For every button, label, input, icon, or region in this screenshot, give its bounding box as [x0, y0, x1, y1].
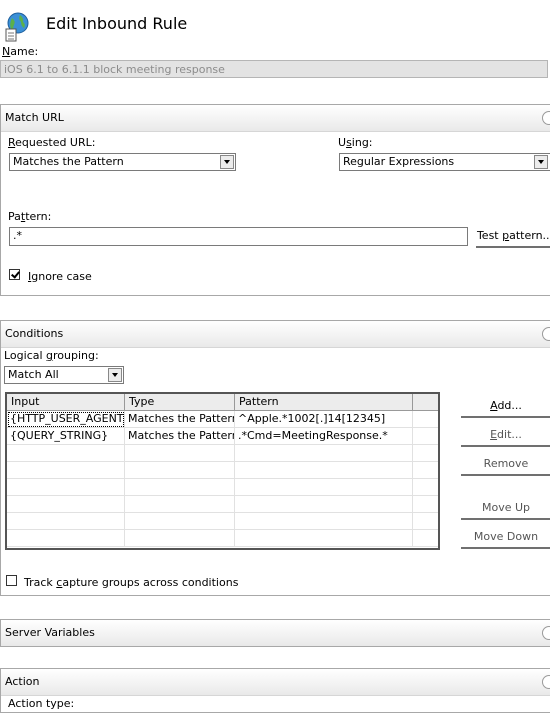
- match-url-section: Match URL: [0, 104, 550, 296]
- table-row-empty: [7, 462, 438, 479]
- collapse-icon[interactable]: [542, 626, 550, 640]
- chevron-down-icon[interactable]: [220, 155, 234, 169]
- table-cell: [413, 411, 438, 428]
- action-type-label: Action type:: [8, 697, 75, 710]
- track-capture-checkbox[interactable]: [6, 575, 17, 586]
- action-section: Action: [0, 668, 550, 713]
- using-select[interactable]: Regular Expressions: [339, 153, 550, 171]
- collapse-icon[interactable]: [542, 327, 550, 341]
- table-cell: .*Cmd=MeetingResponse.*: [235, 428, 413, 445]
- table-cell: [413, 428, 438, 445]
- collapse-icon[interactable]: [542, 675, 550, 689]
- table-cell: {QUERY_STRING}: [7, 428, 125, 445]
- column-header-empty: [413, 394, 438, 410]
- pattern-input[interactable]: .*: [9, 227, 468, 246]
- remove-condition-button[interactable]: Remove: [461, 454, 550, 476]
- server-variables-section: Server Variables: [0, 619, 550, 647]
- table-cell: {HTTP_USER_AGENT}: [7, 411, 125, 428]
- requested-url-select[interactable]: Matches the Pattern: [9, 153, 236, 171]
- table-header: Input Type Pattern: [7, 394, 438, 411]
- table-cell: ^Apple.*1002[.]14[12345]: [235, 411, 413, 428]
- server-variables-title: Server Variables: [5, 626, 95, 639]
- column-header-pattern[interactable]: Pattern: [235, 394, 413, 410]
- table-row-empty: [7, 513, 438, 530]
- logical-grouping-select[interactable]: Match All: [4, 366, 124, 384]
- server-variables-header[interactable]: Server Variables: [1, 620, 550, 646]
- name-label: Name:: [2, 45, 39, 58]
- collapse-icon[interactable]: [542, 111, 550, 125]
- conditions-title: Conditions: [5, 327, 64, 340]
- table-row-empty: [7, 479, 438, 496]
- action-title: Action: [5, 675, 40, 688]
- table-row[interactable]: {QUERY_STRING} Matches the Pattern .*Cmd…: [7, 428, 438, 445]
- table-cell: Matches the Pattern: [125, 411, 235, 428]
- pattern-label: Pattern:: [8, 210, 52, 223]
- chevron-down-icon[interactable]: [534, 155, 548, 169]
- track-capture-label: Track capture groups across conditions: [24, 576, 239, 589]
- match-url-title: Match URL: [5, 111, 64, 124]
- edit-condition-button[interactable]: Edit...: [461, 425, 550, 447]
- ignore-case-checkbox[interactable]: [9, 269, 20, 280]
- column-header-input[interactable]: Input: [7, 394, 125, 410]
- page-title: Edit Inbound Rule: [46, 14, 188, 33]
- table-row-empty: [7, 496, 438, 513]
- action-header[interactable]: Action: [1, 669, 550, 696]
- test-pattern-button[interactable]: Test pattern...: [476, 226, 550, 248]
- globe-document-icon: [4, 12, 29, 42]
- conditions-header[interactable]: Conditions: [1, 321, 550, 348]
- chevron-down-icon[interactable]: [108, 368, 122, 382]
- table-row[interactable]: {HTTP_USER_AGENT} Matches the Pattern ^A…: [7, 411, 438, 428]
- requested-url-label: Requested URL:: [8, 136, 96, 149]
- logical-grouping-label: Logical grouping:: [4, 349, 99, 362]
- table-row-empty: [7, 530, 438, 547]
- conditions-table[interactable]: Input Type Pattern {HTTP_USER_AGENT} Mat…: [5, 392, 440, 550]
- move-down-button[interactable]: Move Down: [461, 527, 550, 549]
- match-url-header[interactable]: Match URL: [1, 105, 550, 132]
- column-header-type[interactable]: Type: [125, 394, 235, 410]
- move-up-button[interactable]: Move Up: [461, 498, 550, 520]
- add-condition-button[interactable]: Add...: [461, 396, 550, 418]
- ignore-case-label: Ignore case: [28, 270, 92, 283]
- name-field[interactable]: iOS 6.1 to 6.1.1 block meeting response: [0, 60, 548, 78]
- table-row-empty: [7, 445, 438, 462]
- table-cell: Matches the Pattern: [125, 428, 235, 445]
- using-label: Using:: [338, 136, 373, 149]
